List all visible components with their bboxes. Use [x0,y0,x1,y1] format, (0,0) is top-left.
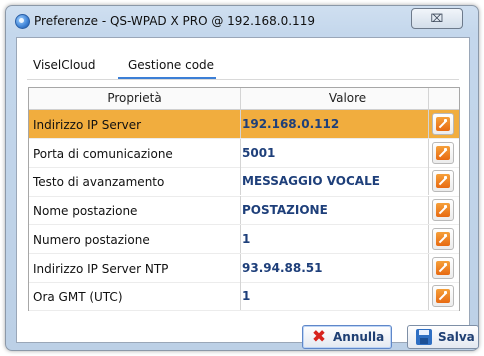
column-divider [240,196,241,225]
edit-value-button[interactable] [432,141,454,164]
column-divider [240,282,241,311]
preferences-dialog: Preferenze - QS-WPAD X PRO @ 192.168.0.1… [5,5,479,351]
tab-divider [27,79,459,80]
column-divider [428,282,429,311]
property-name: Testo di avanzamento [33,175,165,190]
wrench-edit-icon [436,145,450,160]
app-logo-icon [15,14,30,29]
cancel-button[interactable]: ✖ Annulla [302,325,392,349]
column-divider [428,253,429,282]
cancel-button-label: Annulla [333,330,385,344]
table-row[interactable]: Nome postazione POSTAZIONE [29,196,459,225]
property-value[interactable]: 1 [242,289,250,303]
wrench-edit-icon [436,231,450,246]
column-header-property[interactable]: Proprietà [29,91,240,105]
dialog-content: ViselCloud Gestione code Proprietà Valor… [16,37,479,349]
edit-value-button[interactable] [432,227,454,250]
wrench-edit-icon [436,203,450,218]
property-name: Ora GMT (UTC) [33,290,123,305]
property-value[interactable]: MESSAGGIO VOCALE [242,174,380,188]
edit-value-button[interactable] [432,113,454,135]
column-divider [428,138,429,167]
property-value[interactable]: POSTAZIONE [242,203,328,217]
cancel-x-icon: ✖ [311,327,327,347]
wrench-edit-icon [436,260,450,275]
edit-value-button[interactable] [432,199,454,222]
table-row[interactable]: Indirizzo IP Server 192.168.0.112 [29,110,459,138]
column-header-value[interactable]: Valore [241,91,454,105]
property-value[interactable]: 192.168.0.112 [242,117,339,131]
wrench-edit-icon [436,289,450,304]
edit-value-button[interactable] [432,256,454,279]
properties-grid: Proprietà Valore Indirizzo IP Server 192.… [28,87,460,312]
property-name: Numero postazione [33,232,150,247]
property-name: Indirizzo IP Server NTP [33,261,169,276]
property-name: Porta di comunicazione [33,146,173,161]
window-title: Preferenze - QS-WPAD X PRO @ 192.168.0.1… [34,14,315,28]
column-divider [240,88,241,109]
save-disk-icon [416,329,432,345]
column-divider [240,138,241,167]
close-button[interactable]: ⌧ [411,8,463,29]
save-button-label: Salva [438,330,475,344]
column-divider [240,110,241,138]
tab-viselcloud[interactable]: ViselCloud [33,58,96,72]
table-row[interactable]: Ora GMT (UTC) 1 [29,282,459,311]
property-name: Indirizzo IP Server [33,118,142,132]
save-button[interactable]: Salva [407,325,479,349]
edit-value-button[interactable] [432,170,454,193]
edit-value-button[interactable] [432,285,454,308]
property-value[interactable]: 1 [242,232,250,246]
property-value[interactable]: 5001 [242,146,275,160]
column-divider [428,88,429,109]
property-value[interactable]: 93.94.88.51 [242,261,322,275]
wrench-edit-icon [436,117,450,131]
column-divider [428,196,429,225]
column-divider [240,167,241,196]
row-divider [29,310,459,312]
column-divider [240,224,241,253]
column-divider [428,224,429,253]
column-divider [428,167,429,196]
grid-header: Proprietà Valore [29,88,459,110]
table-row[interactable]: Testo di avanzamento MESSAGGIO VOCALE [29,167,459,196]
column-divider [240,253,241,282]
tab-gestione-code[interactable]: Gestione code [128,58,214,72]
column-divider [428,110,429,138]
wrench-edit-icon [436,174,450,189]
property-name: Nome postazione [33,204,138,219]
table-row[interactable]: Numero postazione 1 [29,224,459,253]
table-row[interactable]: Porta di comunicazione 5001 [29,138,459,167]
title-bar[interactable]: Preferenze - QS-WPAD X PRO @ 192.168.0.1… [6,6,478,36]
table-row[interactable]: Indirizzo IP Server NTP 93.94.88.51 [29,253,459,282]
